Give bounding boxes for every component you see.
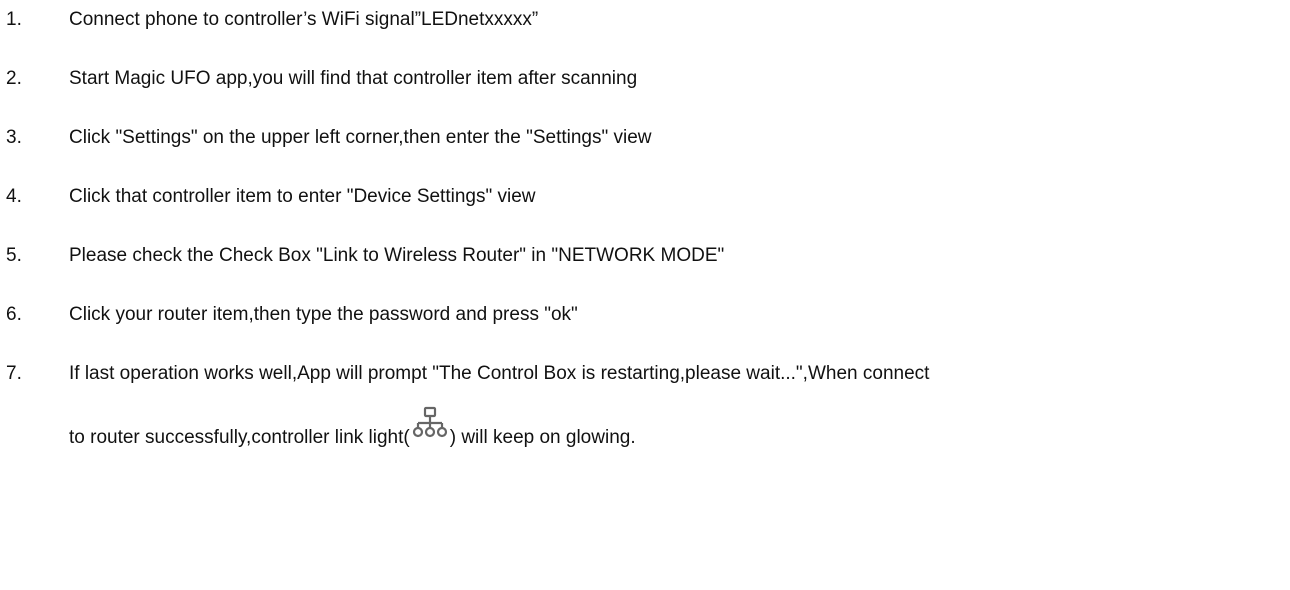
- step-number: 2.: [6, 68, 22, 89]
- step-text-before-icon: to router successfully,controller link l…: [69, 427, 410, 448]
- step-text: Start Magic UFO app,you will find that c…: [69, 68, 638, 89]
- step-text: Click "Settings" on the upper left corne…: [69, 127, 652, 148]
- network-link-icon: [412, 406, 448, 438]
- step-number: 5.: [6, 245, 22, 266]
- step-text-after-icon: ) will keep on glowing.: [449, 427, 636, 448]
- step-text: Connect phone to controller’s WiFi signa…: [69, 9, 539, 30]
- step-number: 7.: [6, 363, 22, 384]
- step-7-continuation: to router successfully,controller link l…: [69, 406, 636, 450]
- step-text: Please check the Check Box "Link to Wire…: [69, 245, 725, 266]
- step-number: 3.: [6, 127, 22, 148]
- step-text: Click your router item,then type the pas…: [69, 304, 578, 325]
- step-number: 1.: [6, 9, 22, 30]
- step-text: Click that controller item to enter "Dev…: [69, 186, 536, 207]
- step-number: 4.: [6, 186, 22, 207]
- step-number: 6.: [6, 304, 22, 325]
- step-text: If last operation works well,App will pr…: [69, 363, 930, 384]
